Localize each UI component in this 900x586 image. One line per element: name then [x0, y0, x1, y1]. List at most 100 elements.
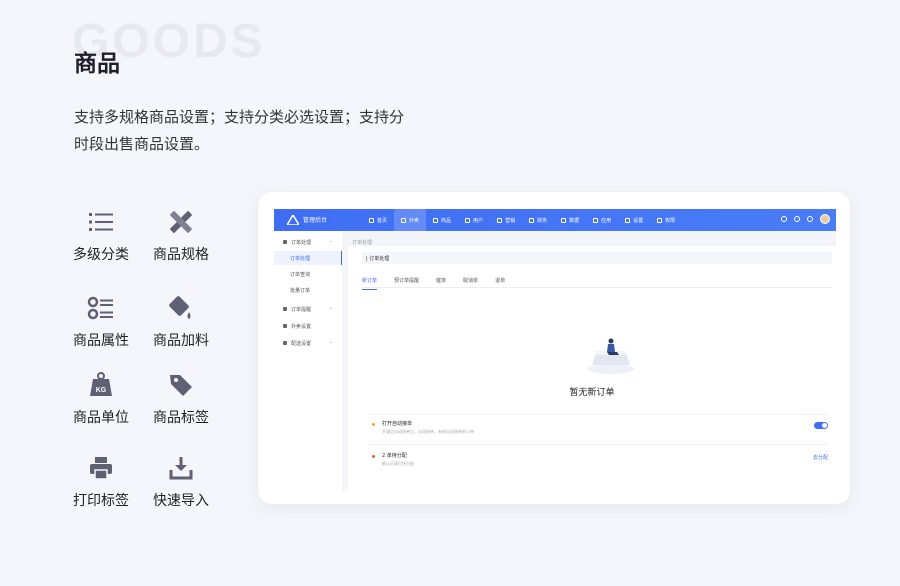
option-auto-accept: 打开自动接单 开通后自动接单后，自动接单，有新自动接单的订单 — [372, 419, 832, 439]
data-icon — [561, 217, 567, 223]
status-dot — [372, 455, 375, 458]
marketing-icon — [497, 217, 503, 223]
chevron-down-icon: ⌄ — [328, 339, 333, 345]
option-title: 2 单待分配 — [382, 453, 407, 459]
assign-link[interactable]: 去分配 — [813, 454, 828, 461]
feature-item: 商品标签 — [141, 371, 221, 427]
nav-label: 商品 — [441, 217, 452, 224]
feature-label: 快速导入 — [153, 493, 209, 509]
feature-label: 商品单位 — [73, 410, 129, 426]
chevron-down-icon: ⌄ — [328, 238, 333, 244]
tag-icon — [170, 375, 192, 396]
nav-item-finance[interactable]: 财务 — [522, 209, 554, 231]
nav-label: 财务 — [537, 217, 548, 224]
nav-label: 营销 — [505, 217, 516, 224]
feature-label: 打印标签 — [73, 493, 129, 509]
option-subtitle: 确认后请尽快分配 — [382, 461, 414, 466]
nav-item-goods[interactable]: 商品 — [426, 209, 458, 231]
bell-icon[interactable] — [807, 216, 813, 222]
sidebar: 订单处理 ⌄ 订单处理 订单查询 批量订单 订单提醒 ⌄ 外卖设置 配送设置 ⌄ — [274, 231, 342, 491]
brand-name: 管理后台 — [303, 217, 328, 224]
feature-label: 商品加料 — [153, 333, 209, 349]
divider — [368, 444, 828, 445]
top-nav-bar: 管理后台 首页 外卖 商品 用户 营销 财务 数据 应用 设置 权限 — [274, 209, 836, 231]
sidebar-group-order-reminder[interactable]: 订单提醒 ⌄ — [274, 302, 342, 316]
finance-icon — [529, 217, 535, 223]
section-description: 支持多规格商品设置；支持分类必选设置；支持分时段出售商品设置。 — [74, 108, 405, 153]
sidebar-group-order-processing[interactable]: 订单处理 ⌄ — [274, 235, 342, 249]
main-nav: 首页 外卖 商品 用户 营销 财务 数据 应用 设置 权限 — [362, 209, 682, 231]
feature-item: 商品属性 — [61, 294, 141, 350]
nav-label: 应用 — [601, 217, 612, 224]
nav-item-data[interactable]: 数据 — [554, 209, 586, 231]
feature-item: 打印标签 — [61, 454, 141, 510]
sidebar-group-delivery-settings[interactable]: 配送设置 ⌄ — [274, 336, 342, 350]
user-icon — [465, 217, 471, 223]
nav-item-apps[interactable]: 应用 — [586, 209, 618, 231]
nav-item-home[interactable]: 首页 — [362, 209, 394, 231]
search-icon[interactable] — [781, 216, 787, 222]
empty-state-illustration — [587, 338, 635, 374]
sidebar-group-takeout-settings[interactable]: 外卖设置 — [274, 319, 342, 333]
printer-icon — [90, 457, 112, 480]
kg-weight-icon: KG — [90, 372, 112, 396]
nav-item-takeout[interactable]: 外卖 — [394, 209, 427, 231]
list-icon — [89, 213, 113, 231]
nav-item-settings[interactable]: 设置 — [618, 209, 650, 231]
option-pending-assign: 2 单待分配 确认后请尽快分配 去分配 — [372, 451, 832, 471]
auto-accept-toggle[interactable] — [814, 422, 828, 429]
svg-text:KG: KG — [96, 387, 107, 394]
main-panel: | 订单处理 新订单 预订单提醒 催单 取消单 退单 暂无新订单 打开自动接单 — [348, 246, 836, 491]
menu-icon — [283, 341, 287, 345]
sidebar-item-order-processing[interactable]: 订单处理 — [274, 251, 342, 265]
attributes-icon — [87, 296, 113, 320]
help-icon[interactable] — [794, 216, 800, 222]
nav-label: 权限 — [665, 217, 676, 224]
menu-icon — [283, 324, 287, 328]
pencil-ruler-icon — [170, 211, 192, 233]
section-title: 商品 — [74, 51, 120, 77]
import-icon — [169, 457, 193, 480]
tab-rush-orders[interactable]: 催单 — [436, 275, 446, 287]
nav-label: 设置 — [633, 217, 644, 224]
tab-cancelled[interactable]: 取消单 — [463, 275, 478, 287]
gear-icon — [625, 217, 631, 223]
feature-label: 多级分类 — [73, 247, 129, 263]
paint-bucket-icon — [169, 296, 191, 319]
menu-icon — [283, 307, 287, 311]
tab-new-orders[interactable]: 新订单 — [362, 275, 378, 290]
nav-item-permissions[interactable]: 权限 — [650, 209, 682, 231]
admin-app-window: 管理后台 首页 外卖 商品 用户 营销 财务 数据 应用 设置 权限 订单处理 … — [274, 209, 836, 491]
feature-item: 商品规格 — [141, 208, 221, 264]
sidebar-label: 订单处理 — [291, 240, 312, 246]
tab-refunds[interactable]: 退单 — [495, 275, 505, 287]
panel-title-text: | 订单处理 — [366, 256, 390, 262]
feature-label: 商品规格 — [153, 247, 209, 263]
option-title: 打开自动接单 — [382, 421, 413, 427]
divider — [368, 414, 828, 415]
feature-item: 多级分类 — [61, 208, 141, 264]
mockup-card: 管理后台 首页 外卖 商品 用户 营销 财务 数据 应用 设置 权限 订单处理 … — [258, 192, 850, 504]
order-tabs: 新订单 预订单提醒 催单 取消单 退单 — [362, 275, 832, 290]
nav-label: 首页 — [377, 217, 388, 224]
empty-state-text: 暂无新订单 — [569, 388, 615, 398]
feature-label: 商品属性 — [73, 333, 129, 349]
sidebar-label: 外卖设置 — [291, 324, 312, 330]
nav-item-marketing[interactable]: 营销 — [490, 209, 522, 231]
panel-title: | 订单处理 — [362, 252, 832, 264]
sidebar-item-batch-orders[interactable]: 批量订单 — [274, 283, 342, 297]
apps-icon — [593, 217, 599, 223]
sidebar-label: 订单提醒 — [291, 307, 312, 313]
feature-label: 商品标签 — [153, 410, 209, 426]
nav-label: 数据 — [569, 217, 580, 224]
tab-preorder-reminder[interactable]: 预订单提醒 — [394, 275, 419, 287]
takeout-icon — [401, 217, 407, 223]
feature-item: 快速导入 — [141, 454, 221, 510]
brand-logo-icon — [287, 215, 299, 225]
nav-label: 用户 — [473, 217, 484, 224]
chevron-down-icon: ⌄ — [328, 305, 333, 311]
feature-item: 商品加料 — [141, 294, 221, 350]
avatar[interactable] — [820, 214, 830, 224]
nav-item-users[interactable]: 用户 — [458, 209, 490, 231]
sidebar-item-order-query[interactable]: 订单查询 — [274, 267, 342, 281]
